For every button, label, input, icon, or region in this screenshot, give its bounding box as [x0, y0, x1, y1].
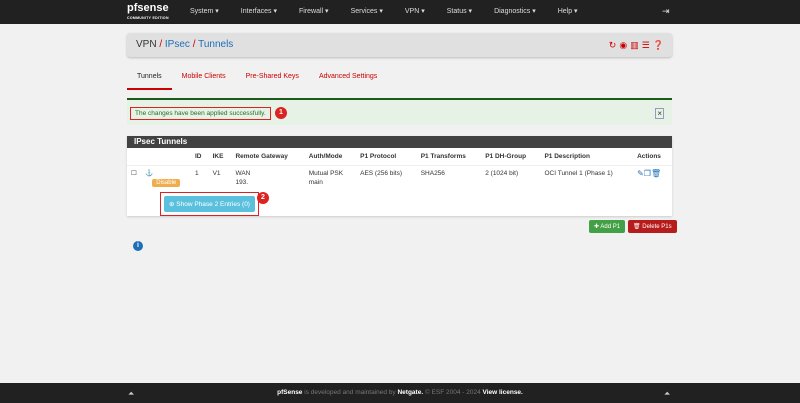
restart-icon[interactable]: ↻: [609, 40, 617, 51]
menu-diagnostics[interactable]: Diagnostics ▾: [494, 7, 536, 15]
auth: Mutual PSK: [308, 170, 344, 177]
col: [141, 148, 191, 166]
breadcrumb-vpn: VPN: [136, 39, 157, 50]
copy-icon[interactable]: ❐: [644, 169, 651, 178]
logout-icon[interactable]: ⇥: [662, 6, 670, 17]
breadcrumb: VPN / IPsec / Tunnels ↻ ◉ ▥ ☰ ❓: [127, 33, 672, 57]
show-phase2-button[interactable]: ⊕ Show Phase 2 Entries (0): [164, 196, 255, 212]
cell-ike: V1: [208, 165, 232, 191]
success-alert: The changes have been applied successful…: [127, 98, 672, 125]
sep: /: [159, 39, 163, 50]
cell-dh: 2 (1024 bit): [481, 165, 541, 191]
menu-interfaces[interactable]: Interfaces ▾: [241, 7, 277, 15]
close-icon[interactable]: ×: [655, 108, 664, 119]
col-id: ID: [195, 153, 202, 160]
gw: WAN: [235, 170, 251, 177]
label: Show Phase 2 Entries (0): [176, 201, 250, 208]
tab-pre-shared-keys[interactable]: Pre-Shared Keys: [236, 70, 309, 90]
alert-message: The changes have been applied successful…: [130, 107, 271, 120]
edit-icon[interactable]: ✎: [637, 169, 644, 178]
col-auth: Auth/Mode: [308, 153, 343, 160]
stop-icon[interactable]: ◉: [619, 40, 627, 51]
disable-button[interactable]: Disable: [152, 179, 181, 187]
panel-title: IPsec Tunnels: [127, 136, 672, 148]
col-gateway: Remote Gateway: [235, 153, 288, 160]
cell-gateway: WAN 193.: [231, 165, 305, 191]
table-row: ☐ ⚓ Disable 1 V1 WAN 193. Mutual PSK main …: [127, 165, 672, 191]
col-protocol: P1 Protocol: [360, 153, 397, 160]
mode: main: [308, 179, 323, 186]
menu-system[interactable]: System ▾: [190, 7, 219, 15]
menu-services[interactable]: Services ▾: [351, 7, 383, 15]
col-desc: P1 Description: [544, 153, 590, 160]
pfsense-logo[interactable]: pfsense COMMUNITY EDITION: [127, 3, 169, 23]
ipsec-tunnels-panel: IPsec Tunnels ID IKE Remote Gateway Auth…: [127, 136, 672, 216]
label: Delete P1s: [642, 224, 672, 230]
label: Add P1: [600, 224, 621, 230]
brand: pfSense: [277, 389, 303, 396]
tab-tunnels[interactable]: Tunnels: [127, 70, 172, 90]
row-checkbox[interactable]: ☐: [131, 170, 137, 177]
sep: /: [192, 39, 196, 50]
col: [127, 148, 141, 166]
annotation-badge-2: 2: [257, 192, 269, 204]
cell-transforms: SHA256: [416, 165, 482, 191]
tab-mobile-clients[interactable]: Mobile Clients: [172, 70, 236, 90]
anchor-icon[interactable]: ⚓: [145, 170, 153, 177]
license-link[interactable]: View license.: [483, 389, 523, 396]
cell-auth: Mutual PSK main: [304, 165, 357, 191]
cell-id: 1: [191, 165, 209, 191]
trash-icon[interactable]: 🗑: [651, 169, 661, 178]
cell-protocol: AES (256 bits): [356, 165, 417, 191]
log-icon[interactable]: ☰: [642, 40, 650, 51]
menu-vpn[interactable]: VPN ▾: [405, 7, 425, 15]
gw-ip: 193.: [235, 179, 249, 186]
col-transforms: P1 Transforms: [420, 153, 466, 160]
navbar: pfsense COMMUNITY EDITION System ▾ Interf…: [0, 0, 800, 24]
col-ike: IKE: [212, 153, 224, 160]
t: © ESF 2004 - 2024: [423, 389, 483, 396]
netgate-link[interactable]: Netgate.: [397, 389, 423, 396]
menu-status[interactable]: Status ▾: [447, 7, 472, 15]
breadcrumb-ipsec[interactable]: IPsec: [165, 39, 190, 50]
col-dh: P1 DH-Group: [485, 153, 527, 160]
phase2-highlight: ⊕ Show Phase 2 Entries (0): [160, 192, 259, 216]
col-actions: Actions: [637, 153, 661, 160]
menu-firewall[interactable]: Firewall ▾: [299, 7, 329, 15]
delete-p1s-button[interactable]: 🗑 Delete P1s: [628, 220, 677, 233]
help-icon[interactable]: ❓: [653, 40, 664, 51]
t: is developed and maintained by: [302, 389, 398, 396]
info-icon[interactable]: i: [133, 241, 143, 251]
chart-icon[interactable]: ▥: [630, 40, 639, 51]
annotation-badge-1: 1: [275, 107, 287, 119]
trash-icon: 🗑: [633, 224, 641, 230]
plus-icon: ✚: [594, 224, 600, 230]
cell-desc: OCI Tunnel 1 (Phase 1): [540, 165, 634, 191]
menu-help[interactable]: Help ▾: [558, 7, 578, 15]
footer: ⏶ pfSense is developed and maintained by…: [0, 383, 800, 403]
tab-advanced-settings[interactable]: Advanced Settings: [309, 70, 387, 90]
scroll-top-icon[interactable]: ⏶: [664, 389, 670, 399]
breadcrumb-tunnels[interactable]: Tunnels: [198, 39, 233, 50]
plus-circle-icon: ⊕: [169, 201, 175, 208]
add-p1-button[interactable]: ✚ Add P1: [589, 220, 626, 233]
scroll-top-icon[interactable]: ⏶: [128, 389, 134, 399]
